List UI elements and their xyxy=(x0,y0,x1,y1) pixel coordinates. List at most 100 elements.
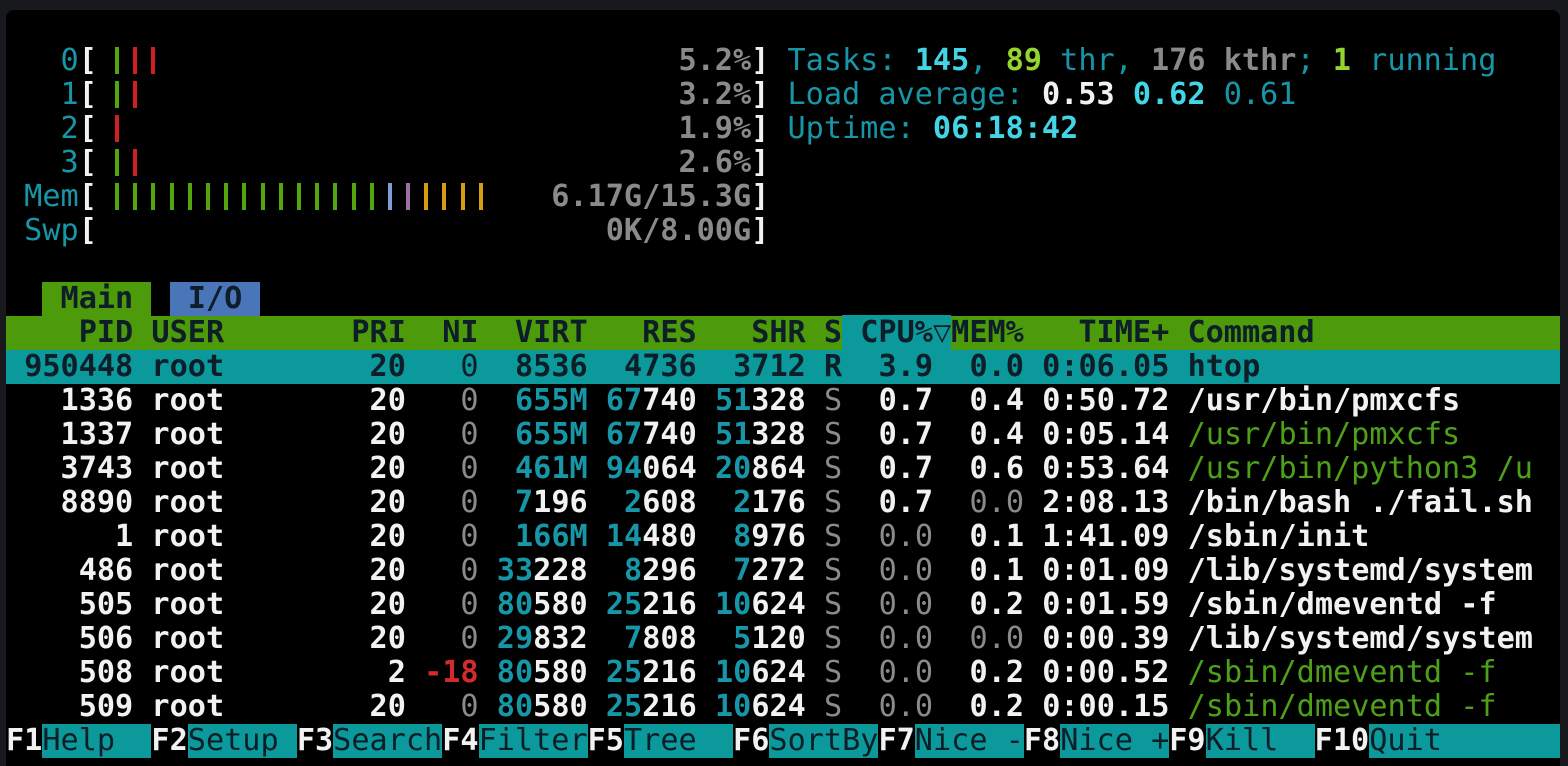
fkey-action-label: Filter xyxy=(479,724,588,758)
fkey-f1[interactable]: F1Help xyxy=(6,724,151,758)
cell-cpu: 0.7 xyxy=(842,451,933,486)
cell-res: 25216 xyxy=(588,655,697,690)
process-row[interactable]: 950448 root 20 0 8536 4736 3712 R 3.9 0.… xyxy=(6,350,1560,384)
cell-ni: 0 xyxy=(406,587,479,622)
cell-cpu: 3.9 xyxy=(842,349,933,384)
fkey-f4[interactable]: F4Filter xyxy=(442,724,587,758)
meter-track: 0K/8.00G xyxy=(97,214,751,248)
fkey-f10[interactable]: F10Quit xyxy=(1315,724,1560,758)
meter-bar-green xyxy=(242,183,246,210)
cell-res: 25216 xyxy=(588,587,697,622)
fkey-f3[interactable]: F3Search xyxy=(297,724,442,758)
cell-shr: 2176 xyxy=(697,485,806,520)
cell-cpu: 0.0 xyxy=(842,689,933,724)
fkey-action-label: Kill xyxy=(1206,724,1315,758)
cell-ni: 0 xyxy=(406,553,479,588)
cell-s: S xyxy=(806,485,842,520)
fkey-f2[interactable]: F2Setup xyxy=(151,724,296,758)
cell-shr: 20864 xyxy=(697,451,806,486)
cell-pid: 3743 xyxy=(6,451,133,486)
cell-ni: 0 xyxy=(406,417,479,452)
meter-track: 2.6% xyxy=(97,146,751,180)
summary-panel: Tasks: 145, 89 thr, 176 kthr; 1 runningL… xyxy=(787,44,1496,146)
process-row[interactable]: 508 root 2 -18 80580 25216 10624 S 0.0 0… xyxy=(6,656,1560,690)
process-row[interactable]: 8890 root 20 0 7196 2608 2176 S 0.7 0.0 … xyxy=(6,486,1560,520)
fkey-label: F1 xyxy=(6,724,42,758)
cell-time: 1:41.09 xyxy=(1024,519,1169,554)
cell-s: S xyxy=(806,621,842,656)
meter-label: 0 xyxy=(6,44,79,78)
cell-time: 0:05.14 xyxy=(1024,417,1169,452)
meter-bar-green xyxy=(115,183,119,210)
column-header-res[interactable]: RES xyxy=(588,315,697,350)
cell-shr: 3712 xyxy=(697,349,806,384)
column-header-command[interactable]: Command xyxy=(1187,315,1314,350)
cell-shr: 8976 xyxy=(697,519,806,554)
cell-virt: 80580 xyxy=(479,655,588,690)
column-header-cpu-sorted[interactable]: CPU%▽ xyxy=(842,315,951,350)
fkey-f5[interactable]: F5Tree xyxy=(588,724,733,758)
column-header-ni[interactable]: NI xyxy=(406,315,479,350)
cell-time: 0:50.72 xyxy=(1024,383,1169,418)
cell-command: /sbin/init xyxy=(1188,519,1370,554)
fkey-action-label: SortBy xyxy=(769,724,878,758)
htop-screen: { "palette": { "background": "#000000", … xyxy=(0,0,1568,766)
cell-command: /lib/systemd/system xyxy=(1188,553,1533,588)
cell-time: 0:06.05 xyxy=(1024,349,1169,384)
meter-close-bracket: ] xyxy=(751,111,769,146)
cell-pid: 950448 xyxy=(6,349,133,384)
column-header-user[interactable]: USER xyxy=(151,315,315,350)
cell-ni: 0 xyxy=(406,621,479,656)
column-header-pri[interactable]: PRI xyxy=(315,315,406,350)
process-row[interactable]: 509 root 20 0 80580 25216 10624 S 0.0 0.… xyxy=(6,690,1560,724)
cell-pid: 1337 xyxy=(6,417,133,452)
tab-main[interactable]: Main xyxy=(42,282,151,316)
cell-pid: 486 xyxy=(6,553,133,588)
column-header-state[interactable]: S xyxy=(806,315,842,350)
process-row[interactable]: 506 root 20 0 29832 7808 5120 S 0.0 0.0 … xyxy=(6,622,1560,656)
meter-close-bracket: ] xyxy=(751,179,769,214)
cell-command: /sbin/dmeventd -f xyxy=(1188,655,1497,690)
fkey-f7[interactable]: F7Nice - xyxy=(878,724,1023,758)
cell-user: root xyxy=(151,383,315,418)
fkey-f6[interactable]: F6SortBy xyxy=(733,724,878,758)
fkey-f9[interactable]: F9Kill xyxy=(1169,724,1314,758)
meter-bar-yellow xyxy=(442,183,446,210)
meter-bar-green xyxy=(279,183,283,210)
process-row[interactable]: 1337 root 20 0 655M 67740 51328 S 0.7 0.… xyxy=(6,418,1560,452)
fkey-f8[interactable]: F8Nice + xyxy=(1024,724,1169,758)
tab-io[interactable]: I/O xyxy=(170,282,261,316)
cell-pid: 509 xyxy=(6,689,133,724)
cell-res: 4736 xyxy=(588,349,697,384)
cell-cpu: 0.0 xyxy=(842,621,933,656)
process-row[interactable]: 486 root 20 0 33228 8296 7272 S 0.0 0.1 … xyxy=(6,554,1560,588)
process-row[interactable]: 3743 root 20 0 461M 94064 20864 S 0.7 0.… xyxy=(6,452,1560,486)
column-header-virt[interactable]: VIRT xyxy=(479,315,588,350)
cell-time: 0:00.15 xyxy=(1024,689,1169,724)
column-header-shr[interactable]: SHR xyxy=(697,315,806,350)
cell-pri: 20 xyxy=(315,451,406,486)
meter-close-bracket: ] xyxy=(751,77,769,112)
cell-res: 14480 xyxy=(588,519,697,554)
process-row[interactable]: 505 root 20 0 80580 25216 10624 S 0.0 0.… xyxy=(6,588,1560,622)
meter-bar-green xyxy=(115,149,119,176)
cell-res: 94064 xyxy=(588,451,697,486)
meter-value: 0K/8.00G xyxy=(606,214,751,248)
cell-mem: 0.2 xyxy=(951,689,1024,724)
process-row[interactable]: 1 root 20 0 166M 14480 8976 S 0.0 0.1 1:… xyxy=(6,520,1560,554)
column-header-pid[interactable]: PID xyxy=(6,315,133,350)
column-header-time[interactable]: TIME+ xyxy=(1024,315,1169,350)
cell-ni: 0 xyxy=(406,383,479,418)
cell-ni: 0 xyxy=(406,485,479,520)
process-row[interactable]: 1336 root 20 0 655M 67740 51328 S 0.7 0.… xyxy=(6,384,1560,418)
fkey-action-label: Setup xyxy=(188,724,297,758)
cell-s: S xyxy=(806,451,842,486)
cell-s: S xyxy=(806,587,842,622)
cell-s: R xyxy=(806,349,842,384)
column-header-mem[interactable]: MEM% xyxy=(951,315,1024,350)
meter-bar-green xyxy=(133,183,137,210)
meter-value: 1.9% xyxy=(678,112,751,146)
cell-user: root xyxy=(151,621,315,656)
meter-bar-green xyxy=(188,183,192,210)
fkey-action-label: Nice - xyxy=(915,724,1024,758)
